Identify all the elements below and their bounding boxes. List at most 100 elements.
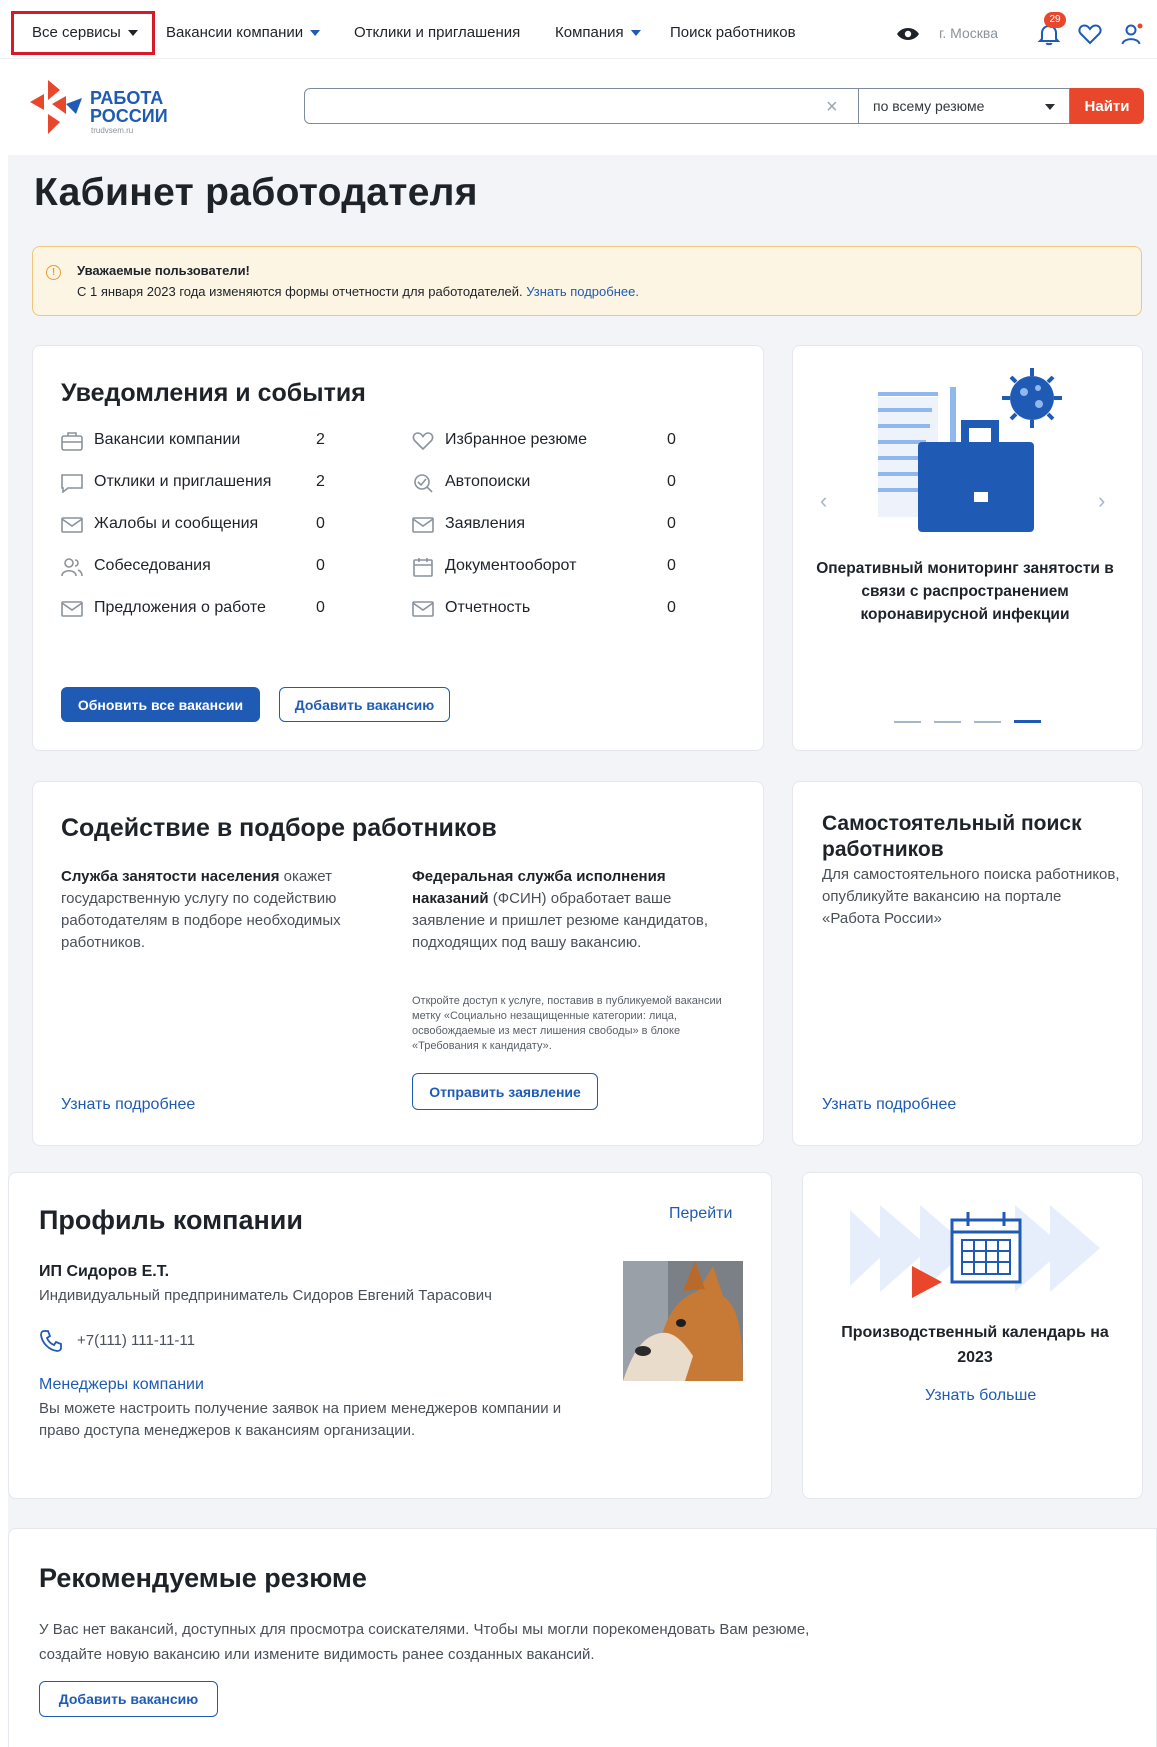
logo-text: РОССИИ — [90, 106, 168, 126]
carousel-caption: Оперативный мониторинг занятости в связи… — [816, 560, 1114, 623]
notice-title: Уважаемые пользователи! — [77, 263, 250, 278]
logo-sub: trudvsem.ru — [91, 126, 134, 135]
service-name: Служба занятости населения — [61, 868, 280, 885]
city-selector[interactable]: г. Москва — [939, 25, 998, 41]
carousel-dot-active[interactable] — [1014, 720, 1041, 723]
nav-item-label: Поиск работников — [670, 24, 796, 41]
nav-all-services[interactable]: Все сервисы — [32, 24, 138, 41]
company-phone: +7(111) 111-11-11 — [77, 1332, 195, 1349]
company-full-name: Индивидуальный предприниматель Сидоров Е… — [39, 1287, 492, 1304]
stat-offers[interactable]: Предложения о работе — [94, 599, 266, 617]
page-title: Кабинет работодателя — [34, 171, 478, 214]
logo-text: РАБОТА — [90, 88, 164, 108]
nav-vacancies[interactable]: Вакансии компании — [166, 24, 321, 41]
chevron-down-icon — [1045, 104, 1055, 110]
notice-banner: ! Уважаемые пользователи! С 1 января 202… — [32, 246, 1142, 316]
assistance-right-text: Федеральная служба исполнения наказаний … — [412, 866, 732, 954]
stat-value: 0 — [667, 473, 676, 490]
virus-icon — [1002, 368, 1062, 428]
carousel-dot[interactable] — [974, 721, 1001, 723]
chevron-down-icon — [630, 30, 641, 37]
notice-text: С 1 января 2023 года изменяются формы от… — [77, 284, 639, 299]
calendar-title: Производственный календарь на 2023 — [841, 1324, 1109, 1366]
stat-value: 0 — [316, 515, 325, 532]
stat-value: 0 — [667, 431, 676, 448]
nav-item-label: Отклики и приглашения — [354, 24, 521, 41]
mail-icon — [61, 517, 83, 533]
stat-complaints[interactable]: Жалобы и сообщения — [94, 515, 258, 533]
chevron-left-icon[interactable]: ‹ — [820, 488, 827, 514]
calendar-link[interactable]: Узнать больше — [925, 1387, 1036, 1405]
heart-icon[interactable] — [1078, 23, 1102, 45]
stat-value: 0 — [667, 599, 676, 616]
add-vacancy-button[interactable]: Добавить вакансию — [279, 687, 450, 722]
notice-link[interactable]: Узнать подробнее. — [526, 284, 639, 299]
search-button[interactable]: Найти — [1070, 88, 1144, 124]
nav-company[interactable]: Компания — [555, 24, 641, 41]
profile-goto-link[interactable]: Перейти — [669, 1205, 732, 1223]
stat-document-flow[interactable]: Документооборот — [445, 557, 576, 575]
add-vacancy-button[interactable]: Добавить вакансию — [39, 1681, 218, 1717]
assistance-left-link[interactable]: Узнать подробнее — [61, 1096, 195, 1114]
stat-vacancies[interactable]: Вакансии компании — [94, 431, 240, 449]
recommended-title: Рекомендуемые резюме — [39, 1563, 367, 1593]
logo[interactable]: РАБОТА РОССИИ trudvsem.ru — [30, 80, 190, 138]
assistance-note: Откройте доступ к услуге, поставив в пуб… — [412, 995, 722, 1052]
chevron-down-icon — [127, 30, 138, 37]
briefcase-icon — [61, 432, 83, 451]
mail-icon — [412, 517, 434, 533]
stat-value: 0 — [316, 599, 325, 616]
search-scope-label: по всему резюме — [873, 98, 985, 114]
stat-value: 2 — [316, 431, 325, 448]
update-vacancies-button[interactable]: Обновить все вакансии — [61, 687, 260, 722]
calendar-icon — [950, 1212, 1022, 1284]
user-icon[interactable] — [1120, 22, 1144, 46]
nav-search-workers[interactable]: Поиск работников — [670, 24, 796, 41]
briefcase-virus-illustration — [878, 368, 1062, 532]
chat-icon — [61, 474, 83, 493]
content-zone: Все сервисы Вакансии компании Отклики и … — [0, 0, 1157, 1747]
heart-icon — [412, 432, 434, 451]
close-icon[interactable]: × — [826, 96, 838, 119]
stat-reporting[interactable]: Отчетность — [445, 599, 530, 617]
notice-body: С 1 января 2023 года изменяются формы от… — [77, 284, 523, 299]
stat-favorites[interactable]: Избранное резюме — [445, 431, 587, 449]
self-search-text: Для самостоятельного поиска работников, … — [822, 866, 1120, 927]
stat-responses[interactable]: Отклики и приглашения — [94, 473, 271, 491]
self-search-link[interactable]: Узнать подробнее — [822, 1096, 956, 1114]
stat-interviews[interactable]: Собеседования — [94, 557, 211, 575]
mail-icon — [61, 601, 83, 617]
managers-link[interactable]: Менеджеры компании — [39, 1376, 204, 1394]
mail-icon — [412, 601, 434, 617]
info-icon: ! — [46, 265, 61, 280]
chevron-down-icon — [310, 30, 321, 37]
search-scope-select[interactable]: по всему резюме — [858, 88, 1070, 124]
calendar-illustration — [850, 1205, 1100, 1298]
send-application-button[interactable]: Отправить заявление — [412, 1073, 598, 1110]
calendar-icon — [413, 558, 433, 577]
phone-icon — [40, 1330, 62, 1352]
stat-value: 0 — [667, 557, 676, 574]
carousel-dot[interactable] — [894, 721, 921, 723]
managers-text: Вы можете настроить получение заявок на … — [39, 1400, 562, 1439]
nav-responses[interactable]: Отклики и приглашения — [354, 24, 520, 41]
carousel-dot[interactable] — [934, 721, 961, 723]
search-check-icon — [414, 474, 433, 493]
chevron-right-icon[interactable]: › — [1098, 488, 1105, 514]
assistance-left-text: Служба занятости населения окажет госуда… — [61, 866, 391, 954]
notification-badge: 29 — [1044, 12, 1066, 28]
stat-value: 2 — [316, 473, 325, 490]
stat-autosearch[interactable]: Автопоиски — [445, 473, 530, 491]
company-avatar[interactable] — [623, 1261, 743, 1381]
self-search-title: Самостоятельный поиск работников — [822, 812, 1082, 861]
search-input[interactable] — [304, 88, 859, 124]
nav-item-label: Все сервисы — [32, 24, 121, 41]
eye-icon[interactable] — [896, 26, 920, 42]
recommended-text: У Вас нет вакансий, доступных для просмо… — [39, 1621, 810, 1663]
profile-title: Профиль компании — [39, 1205, 303, 1235]
nav-item-label: Компания — [555, 24, 624, 41]
top-nav: Все сервисы Вакансии компании Отклики и … — [0, 0, 1157, 59]
nav-item-label: Вакансии компании — [166, 24, 304, 41]
stat-applications[interactable]: Заявления — [445, 515, 525, 533]
stat-value: 0 — [316, 557, 325, 574]
